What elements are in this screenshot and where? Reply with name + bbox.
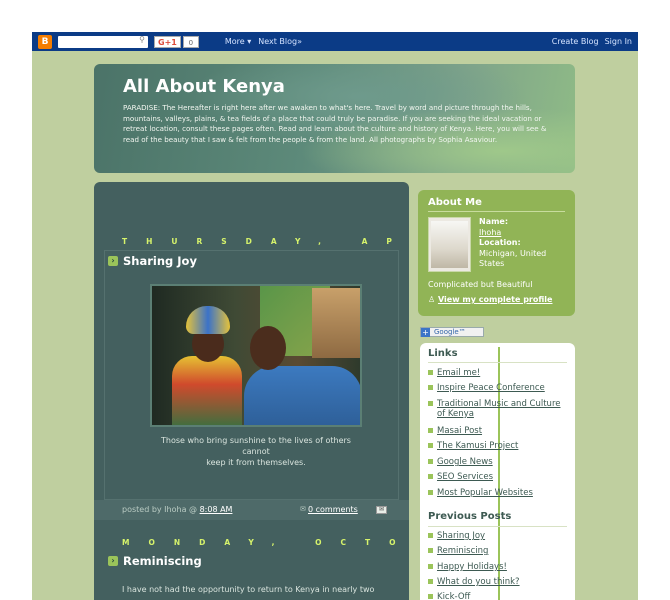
post-title[interactable]: › Reminiscing (108, 554, 202, 568)
bullet-icon (428, 533, 433, 538)
sidebar-link[interactable]: Most Popular Websites (428, 488, 568, 498)
links-heading: Links (428, 348, 458, 359)
previous-post-link[interactable]: Kick-Off (428, 592, 568, 600)
search-icon[interactable]: ⚲ (139, 35, 145, 44)
divider (428, 362, 567, 363)
caption-line: keep it from themselves. (206, 458, 306, 467)
blogger-navbar: B ⚲ G+1 0 More ▾ Next Blog» Create Blog … (32, 32, 638, 51)
caption-line: Those who bring sunshine to the lives of… (161, 436, 351, 445)
bullet-icon (428, 594, 433, 599)
post-title-text[interactable]: Reminiscing (123, 554, 202, 568)
sidebar-link[interactable]: Email me! (428, 368, 568, 378)
post-title-text[interactable]: Sharing Joy (123, 254, 197, 268)
previous-post-link[interactable]: What do you think? (428, 577, 568, 587)
arrow-icon: › (108, 256, 118, 266)
previous-post-link[interactable]: Happy Holidays! (428, 562, 568, 572)
next-blog-link[interactable]: Next Blog» (258, 37, 302, 46)
person-icon: ♙ (428, 295, 436, 304)
posted-by-text: posted by Ihoha @ (122, 505, 198, 514)
post-photo[interactable] (150, 284, 362, 427)
sidebar-link[interactable]: Google News (428, 457, 568, 467)
about-me-heading: About Me (428, 197, 482, 208)
email-post-icon[interactable]: ✉ (376, 506, 387, 514)
arrow-icon: › (108, 556, 118, 566)
location-value: Michigan, United States (479, 248, 547, 269)
profile-photo[interactable] (428, 217, 471, 272)
bullet-icon (428, 474, 433, 479)
name-label: Name: (479, 217, 509, 226)
previous-post-link[interactable]: Sharing Joy (428, 531, 568, 541)
profile-name-link[interactable]: Ihoha (479, 228, 501, 237)
main-column: THURSDAY, APRIL › Sharing Joy Those who … (94, 182, 409, 600)
comments-link[interactable]: 0 comments (308, 505, 358, 514)
gplus-button[interactable]: G+1 (154, 35, 181, 48)
previous-posts-heading: Previous Posts (428, 511, 512, 522)
blog-title[interactable]: All About Kenya (123, 76, 285, 97)
sidebar-links-panel: Links Email me! Inspire Peace Conference… (420, 343, 575, 600)
post-date-header: THURSDAY, APRIL (122, 237, 409, 246)
post-time-link[interactable]: 8:08 AM (200, 505, 233, 514)
post-body: I have not had the opportunity to return… (122, 585, 375, 594)
caption-line: cannot (242, 447, 270, 456)
divider (428, 211, 565, 212)
more-menu[interactable]: More ▾ (225, 37, 251, 46)
sign-in-link[interactable]: Sign In (605, 37, 632, 46)
bullet-icon (428, 459, 433, 464)
about-me-panel: About Me Name: Ihoha Location: Michigan,… (418, 190, 575, 316)
post-date-header: MONDAY, OCTOBER (122, 538, 409, 547)
bullet-icon (428, 370, 433, 375)
divider (428, 526, 567, 527)
previous-post-link[interactable]: Reminiscing (428, 546, 568, 556)
sidebar-link[interactable]: SEO Services (428, 472, 568, 482)
bullet-icon (428, 428, 433, 433)
bullet-icon (428, 564, 433, 569)
sidebar-link[interactable]: Masai Post (428, 426, 568, 436)
blog-header: All About Kenya PARADISE: The Hereafter … (94, 64, 575, 173)
bullet-icon (428, 401, 433, 406)
gplus-count: 0 (182, 35, 199, 48)
google-button-label: Google™ (434, 328, 466, 336)
view-profile-text[interactable]: View my complete profile (438, 295, 553, 304)
bullet-icon (428, 385, 433, 390)
profile-tagline: Complicated but Beautiful (428, 280, 533, 289)
create-blog-link[interactable]: Create Blog (552, 37, 599, 46)
post-title[interactable]: › Sharing Joy (108, 254, 197, 268)
blog-description: PARADISE: The Hereafter is right here af… (123, 103, 547, 144)
comment-icon: ✉ (300, 505, 306, 513)
bullet-icon (428, 579, 433, 584)
plus-icon: + (421, 327, 430, 337)
post-byline: posted by Ihoha @ 8:08 AM (122, 505, 232, 514)
sidebar-link[interactable]: Traditional Music and Culture of Kenya (428, 399, 568, 419)
sidebar-link[interactable]: The Kamusi Project (428, 441, 568, 451)
profile-info: Name: Ihoha Location: Michigan, United S… (479, 217, 569, 270)
blogger-logo-icon[interactable]: B (38, 34, 52, 49)
search-input[interactable]: ⚲ (58, 35, 148, 48)
photo-caption: Those who bring sunshine to the lives of… (118, 435, 394, 468)
location-label: Location: (479, 238, 521, 247)
bullet-icon (428, 490, 433, 495)
add-to-google-button[interactable]: + Google™ (420, 327, 484, 337)
post-footer: posted by Ihoha @ 8:08 AM ✉ 0 comments ✉ (94, 500, 409, 520)
view-profile-link[interactable]: ♙ View my complete profile (428, 295, 552, 304)
bullet-icon (428, 443, 433, 448)
bullet-icon (428, 548, 433, 553)
sidebar-link[interactable]: Inspire Peace Conference (428, 383, 568, 393)
